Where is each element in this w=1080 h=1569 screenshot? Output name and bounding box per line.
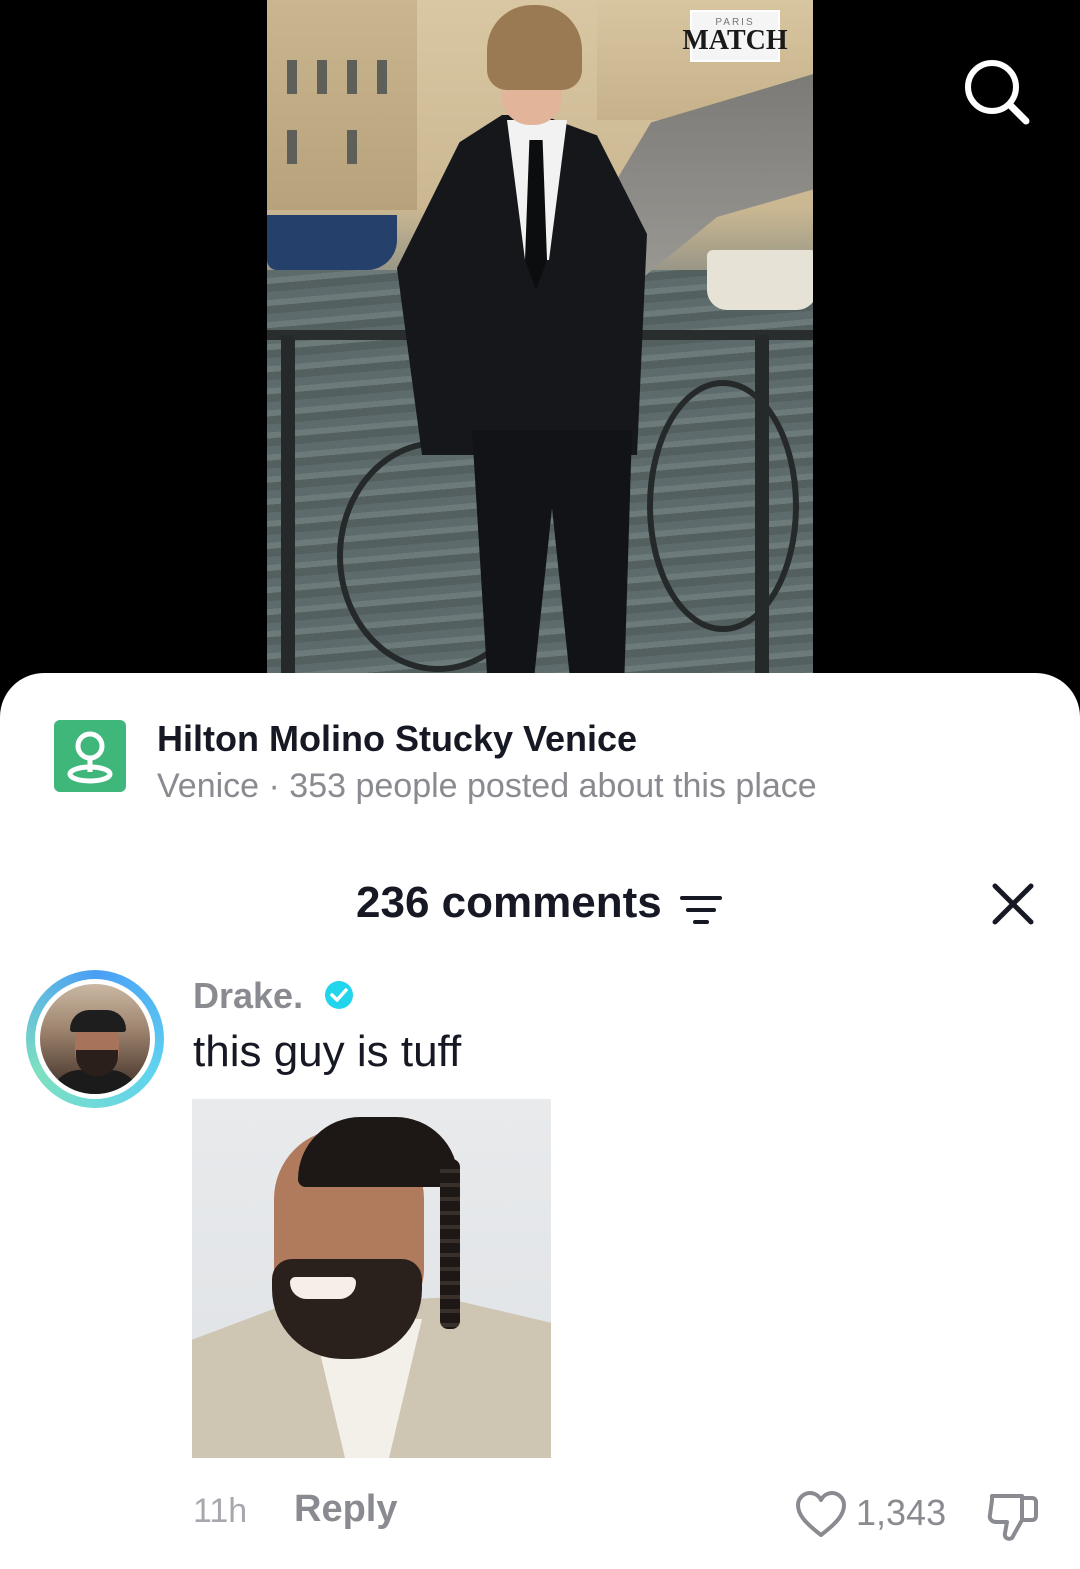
location-title: Hilton Molino Stucky Venice (157, 718, 638, 759)
comments-count: 236 comments (356, 878, 662, 927)
location-subtitle: Venice · 353 people posted about this pl… (157, 767, 817, 805)
comments-header: 236 comments (0, 878, 1080, 934)
railing-ornament (647, 380, 799, 632)
dislike-button[interactable] (986, 1488, 1040, 1544)
railing-post (281, 335, 295, 690)
location-pin-icon (54, 720, 126, 792)
comment-actions: 11h Reply 1,343 (0, 1488, 1080, 1541)
app-screen: PARIS MATCH Hilton Molino Stucky Venice … (0, 0, 1080, 1569)
close-button[interactable] (988, 879, 1038, 929)
avatar[interactable] (26, 970, 164, 1108)
thumbs-down-icon (987, 1494, 1038, 1541)
location-card[interactable]: Hilton Molino Stucky Venice Venice · 353… (54, 718, 1054, 805)
watermark-logo: PARIS MATCH (682, 10, 788, 62)
background-building (267, 0, 417, 210)
heart-icon (796, 1491, 846, 1537)
like-count: 1,343 (856, 1492, 947, 1533)
video-subject (397, 0, 647, 690)
comment-text: this guy is tuff (193, 1027, 462, 1076)
boat (707, 250, 813, 310)
search-button[interactable] (960, 55, 1032, 127)
like-button[interactable] (794, 1490, 848, 1540)
close-icon (992, 883, 1034, 925)
verified-badge-icon (324, 980, 354, 1010)
watermark-main: MATCH (682, 25, 788, 56)
video-player[interactable]: PARIS MATCH (267, 0, 813, 690)
comments-sheet: Hilton Molino Stucky Venice Venice · 353… (0, 673, 1080, 1569)
boat (267, 215, 397, 270)
sort-filter-icon[interactable] (678, 892, 724, 928)
comment-gif[interactable] (192, 1099, 551, 1458)
reply-button[interactable]: Reply (294, 1488, 397, 1531)
search-icon (965, 60, 1030, 125)
comment-timestamp: 11h (193, 1492, 248, 1530)
comment-username[interactable]: Drake. (193, 975, 303, 1017)
